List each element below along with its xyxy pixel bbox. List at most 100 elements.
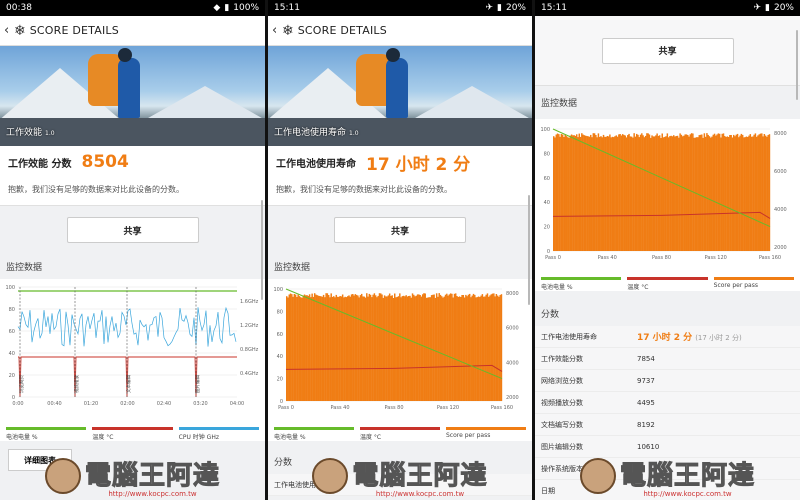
legend-score: Score per pass [713, 277, 794, 291]
back-icon[interactable]: ‹ [4, 23, 14, 38]
score-bar [600, 136, 602, 251]
back-icon[interactable]: ‹ [272, 23, 282, 38]
x-tick-label: 02:00 [120, 401, 134, 407]
score-bar [642, 135, 644, 251]
x-tick-label: Pass 120 [437, 405, 459, 411]
score-bar [372, 294, 374, 401]
y2-tick-label: 1.6GHz [240, 299, 259, 305]
score-bar [661, 133, 663, 251]
score-bar [293, 294, 296, 401]
scrollbar[interactable] [528, 195, 530, 305]
score-bar [317, 295, 320, 401]
score-bar [671, 136, 674, 251]
score-bar [689, 134, 692, 251]
app-bar: ‹ ❄ SCORE DETAILS [0, 16, 265, 46]
score-bar [670, 135, 672, 251]
score-bar [374, 295, 377, 401]
legend-swatch [92, 427, 173, 430]
score-bar [448, 294, 451, 401]
score-bar [563, 137, 565, 251]
score-bar [367, 296, 369, 401]
battery-icon: ▮ [224, 3, 230, 13]
score-bar [472, 293, 475, 401]
snowflake-icon: ❄ [14, 22, 26, 39]
share-button[interactable]: 共享 [66, 217, 199, 243]
share-button[interactable]: 共享 [334, 217, 466, 243]
score-bar [311, 293, 313, 401]
score-bar [601, 137, 603, 251]
score-bar [658, 135, 661, 251]
score-bar [301, 297, 303, 401]
score-bar [404, 296, 406, 401]
score-bar [687, 135, 689, 251]
score-bar [711, 136, 713, 251]
score-bar [759, 133, 762, 251]
score-bar [485, 294, 487, 401]
score-bar [757, 135, 759, 251]
y-tick-label: 80 [9, 307, 15, 313]
legend-label: 温度 °C [92, 434, 114, 441]
score-bar [476, 297, 479, 401]
share-area: 共享 [535, 16, 800, 86]
score-bar [427, 297, 429, 401]
score-bar [442, 297, 444, 401]
score-bar [338, 296, 340, 401]
score-bar [656, 133, 658, 251]
monitor-chart-svg: 1008060402008000600040002000Pass 0 Pass 4… [273, 287, 518, 411]
legend-label: 温度 °C [360, 434, 382, 441]
score-bar [750, 136, 753, 251]
score-bar [449, 293, 452, 401]
score-bar [749, 134, 752, 251]
scrollbar[interactable] [261, 200, 263, 300]
monitor-title: 监控数据 [541, 99, 578, 109]
status-bar: 00:38 ◆ ▮ 100% [0, 0, 265, 16]
x-tick-label: Pass 160 [759, 255, 781, 261]
score-bar [353, 295, 355, 401]
chart-legend: 电池电量 % 温度 °C Score per pass [268, 423, 532, 441]
score-bar [762, 136, 764, 251]
app-bar-title: SCORE DETAILS [29, 24, 119, 37]
y-tick-label: 100 [273, 287, 283, 293]
app-bar: ‹ ❄ SCORE DETAILS [268, 16, 532, 46]
score-bar [556, 133, 559, 251]
airplane-icon: ✈ [753, 3, 762, 13]
score-bar [292, 296, 294, 401]
score-bar [587, 136, 589, 251]
score-bar [345, 297, 348, 401]
score-bar [454, 293, 457, 401]
hiker-shape [386, 58, 408, 118]
phone-screen-scores: 15:11 ✈ ▮ 20% 共享 监控数据 100 80 60 40 20 0 8000 6000… [535, 0, 800, 500]
score-bar [366, 293, 368, 401]
score-bar [739, 135, 741, 251]
score-bar [666, 133, 669, 251]
score-bar [646, 133, 648, 251]
score-bar [732, 134, 735, 251]
y-tick-label: 60 [277, 332, 283, 338]
score-bar [475, 297, 477, 401]
monitor-title: 监控数据 [6, 263, 43, 273]
score-bar [655, 135, 657, 251]
legend-label: 电池电量 % [541, 284, 573, 291]
score-bar [684, 134, 686, 251]
share-button[interactable]: 共享 [601, 37, 734, 64]
score-bar [371, 297, 373, 401]
x-tick-label: Pass 80 [652, 255, 671, 261]
legend-label: Score per pass [446, 432, 491, 439]
score-bar [484, 296, 486, 401]
score-bar [363, 296, 365, 401]
score-bar [490, 294, 493, 401]
score-bar [680, 134, 683, 251]
score-bar [452, 297, 454, 401]
snowflake-icon: ❄ [282, 22, 294, 39]
table-row: 图片编辑分数 10610 [535, 436, 800, 458]
score-bar [581, 133, 583, 251]
score-bar [465, 294, 467, 401]
scores-title: 分数 [274, 458, 293, 468]
score-bar [735, 134, 738, 251]
score-bar [378, 293, 381, 401]
detail-chart-button[interactable]: 详细图表 [8, 449, 72, 471]
scrollbar[interactable] [796, 30, 798, 100]
hiker-shape [118, 58, 140, 118]
score-bar [381, 294, 383, 401]
score-bar [621, 134, 624, 251]
